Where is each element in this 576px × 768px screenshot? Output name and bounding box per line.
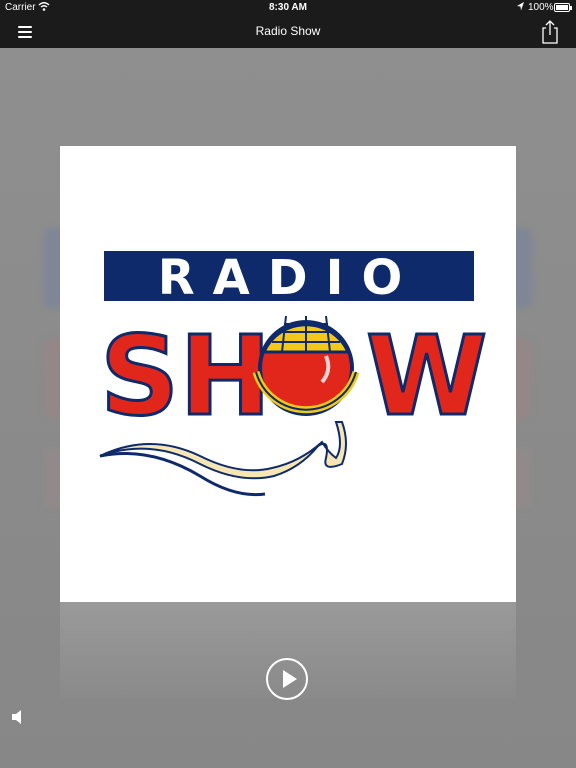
battery-icon: [554, 3, 572, 12]
share-button[interactable]: [538, 19, 562, 45]
battery-percent: 100%: [528, 2, 554, 13]
navigation-bar: Radio Show: [0, 16, 576, 48]
status-bar: Carrier 8:30 AM 100%: [0, 0, 576, 16]
location-arrow-icon: [517, 2, 524, 11]
station-artwork: RADIO SH W: [60, 146, 516, 602]
play-button[interactable]: [266, 658, 308, 700]
logo-show-right-text: W: [366, 312, 487, 440]
radio-show-logo: RADIO SH W: [99, 250, 489, 497]
share-icon: [542, 20, 558, 44]
speaker-icon: [12, 710, 21, 724]
status-time: 8:30 AM: [269, 2, 307, 13]
logo-radio-text: RADIO: [158, 250, 421, 306]
play-icon: [283, 670, 297, 688]
page-title: Radio Show: [255, 24, 321, 38]
logo-show-left-text: SH: [100, 312, 271, 440]
volume-button[interactable]: [10, 708, 28, 726]
